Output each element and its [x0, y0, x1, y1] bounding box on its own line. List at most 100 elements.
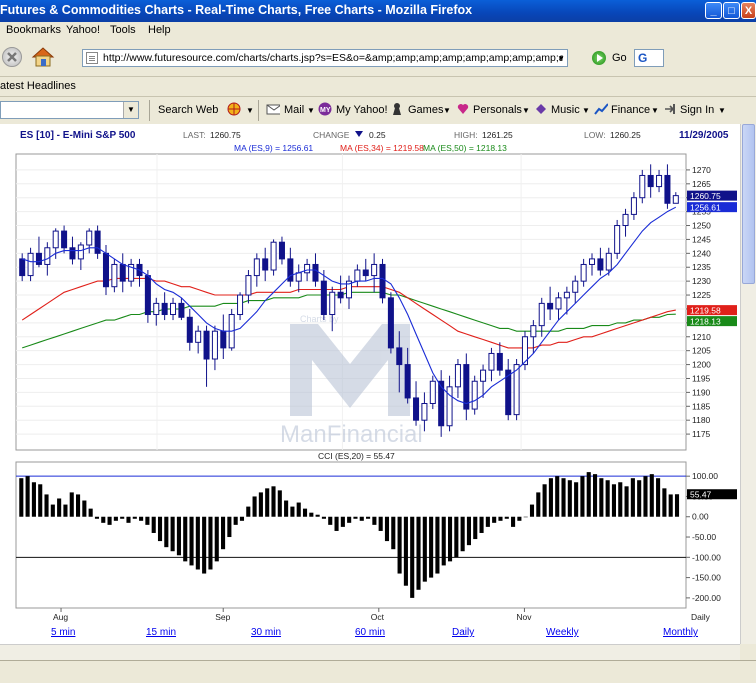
- mail-button[interactable]: Mail: [284, 104, 304, 116]
- price-tick-label: 1250: [692, 221, 711, 231]
- music-button[interactable]: Music: [551, 104, 580, 116]
- vertical-scrollbar[interactable]: [740, 124, 756, 644]
- cci-bar: [504, 516, 509, 519]
- close-button[interactable]: X: [741, 2, 756, 19]
- cci-tick-label: 100.00: [692, 471, 718, 481]
- cci-bar: [120, 516, 125, 519]
- month-label: Sep: [215, 612, 230, 622]
- link-monthly[interactable]: Monthly: [663, 627, 698, 638]
- scrollbar-thumb[interactable]: [742, 124, 755, 284]
- games-icon[interactable]: [390, 102, 404, 116]
- games-button[interactable]: Games: [408, 104, 443, 116]
- link-15-min[interactable]: 15 min: [146, 627, 176, 638]
- price-tick-label: 1270: [692, 165, 711, 175]
- candle-body: [220, 330, 227, 349]
- stop-icon[interactable]: [2, 47, 22, 67]
- yahoo-compass-icon[interactable]: [227, 102, 241, 116]
- candle-body: [605, 252, 612, 271]
- cci-bar: [321, 516, 326, 519]
- candle-body: [496, 352, 503, 371]
- month-label: Nov: [516, 612, 532, 622]
- cci-bar: [441, 516, 446, 566]
- svg-text:Charts by: Charts by: [300, 314, 339, 324]
- candle-body: [44, 247, 51, 265]
- cci-bar: [674, 494, 680, 517]
- candle-body: [622, 213, 629, 227]
- url-bar[interactable]: http://www.futuresource.com/charts/chart…: [82, 49, 568, 67]
- finance-icon[interactable]: [594, 102, 608, 116]
- chart-date: 11/29/2005: [679, 130, 729, 141]
- cci-bar: [302, 508, 308, 517]
- candle-body: [387, 297, 394, 349]
- link-weekly[interactable]: Weekly: [546, 627, 579, 638]
- cci-bar: [561, 478, 566, 517]
- candle-body: [639, 174, 646, 199]
- link-5-min[interactable]: 5 min: [51, 627, 75, 638]
- cci-bar: [567, 480, 572, 517]
- chevron-down-icon[interactable]: ▼: [123, 102, 138, 118]
- personals-button[interactable]: Personals: [473, 104, 522, 116]
- maximize-button[interactable]: □: [723, 2, 740, 19]
- sign-in-button[interactable]: Sign In: [680, 104, 714, 116]
- home-icon[interactable]: [30, 46, 56, 68]
- price-tag: 1256.61: [687, 202, 737, 213]
- price-tag-label: 1260.75: [690, 191, 721, 201]
- cci-bar: [511, 516, 516, 527]
- period-label: Daily: [691, 612, 711, 622]
- candle-body: [480, 369, 487, 382]
- menu-bookmarks[interactable]: Bookmarks: [6, 24, 61, 36]
- chevron-down-icon[interactable]: ▼: [307, 106, 315, 115]
- candle-body: [170, 302, 177, 316]
- my-yahoo-icon[interactable]: MY: [318, 102, 332, 116]
- svg-text:ManFinancial: ManFinancial: [280, 421, 423, 448]
- go-button[interactable]: Go: [612, 52, 627, 64]
- music-icon[interactable]: [534, 102, 548, 116]
- menu-tools[interactable]: Tools: [110, 24, 136, 36]
- cci-bar: [599, 478, 604, 517]
- candle-body: [421, 403, 428, 421]
- latest-headlines-bookmark[interactable]: atest Headlines: [0, 80, 76, 92]
- chevron-down-icon[interactable]: ▼: [246, 106, 254, 115]
- mail-icon[interactable]: [266, 102, 280, 116]
- low-label: LOW:: [584, 130, 606, 140]
- search-box[interactable]: G: [634, 49, 664, 67]
- chevron-down-icon[interactable]: ▼: [557, 54, 565, 63]
- finance-button[interactable]: Finance: [611, 104, 650, 116]
- minimize-button[interactable]: _: [705, 2, 722, 19]
- sign-in-icon[interactable]: [663, 102, 677, 116]
- menu-help[interactable]: Help: [148, 24, 171, 36]
- go-icon[interactable]: [592, 51, 606, 65]
- chevron-down-icon[interactable]: ▼: [651, 106, 659, 115]
- candle-body: [656, 174, 663, 188]
- link-daily[interactable]: Daily: [452, 627, 474, 638]
- candle-body: [161, 302, 168, 316]
- candle-body: [572, 280, 579, 293]
- chevron-down-icon[interactable]: ▼: [522, 106, 530, 115]
- menu-yahoo[interactable]: Yahoo!: [66, 24, 100, 36]
- cci-bar: [630, 478, 635, 517]
- svg-text:MY: MY: [320, 107, 331, 114]
- price-tag-label: 1219.58: [690, 306, 721, 316]
- search-web-button[interactable]: Search Web: [158, 104, 218, 116]
- cci-bar: [328, 516, 333, 525]
- candle-body: [35, 252, 42, 265]
- yahoo-search-input[interactable]: ▼: [0, 101, 139, 119]
- chevron-down-icon[interactable]: ▼: [582, 106, 590, 115]
- horizontal-scrollbar[interactable]: [0, 644, 740, 660]
- cci-bar: [183, 516, 188, 562]
- cci-bar: [618, 482, 623, 517]
- chevron-down-icon[interactable]: ▼: [718, 106, 726, 115]
- price-tag-label: 1218.13: [690, 317, 721, 327]
- chevron-down-icon[interactable]: ▼: [443, 106, 451, 115]
- cci-bar: [466, 516, 471, 546]
- candle-body: [153, 302, 160, 316]
- personals-icon[interactable]: [456, 102, 470, 116]
- window-titlebar[interactable]: Futures & Commodities Charts - Real-Time…: [0, 0, 756, 22]
- candle-body: [555, 297, 562, 310]
- url-text[interactable]: http://www.futuresource.com/charts/chart…: [103, 52, 563, 64]
- my-yahoo-button[interactable]: My Yahoo!: [336, 104, 388, 116]
- link-30-min[interactable]: 30 min: [251, 627, 281, 638]
- candle-body: [237, 294, 244, 316]
- link-60-min[interactable]: 60 min: [355, 627, 385, 638]
- candle-body: [178, 302, 185, 318]
